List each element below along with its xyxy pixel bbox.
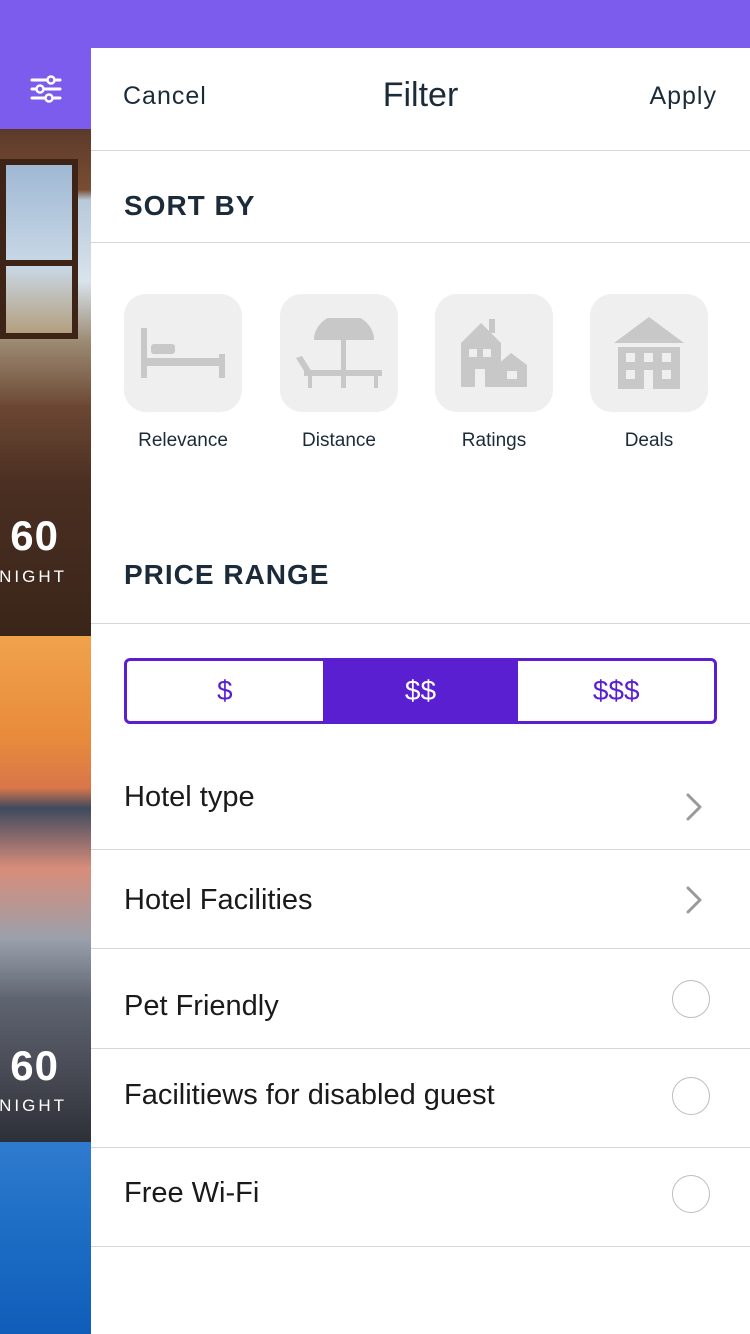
- houses-icon: [461, 319, 527, 387]
- price-range-title: PRICE RANGE: [124, 559, 330, 590]
- sliders-icon: [30, 74, 61, 103]
- background-hotel-list: 60 NIGHT 60 NIGHT: [0, 48, 91, 1334]
- hotel-photo-room[interactable]: 60 NIGHT: [0, 129, 91, 636]
- beach-umbrella-icon: [296, 318, 382, 388]
- sort-option-label: Relevance: [138, 430, 228, 451]
- chevron-right-icon: [686, 793, 702, 821]
- divider: [91, 242, 750, 243]
- apply-button[interactable]: Apply: [649, 82, 717, 111]
- hotel-photo-sea[interactable]: [0, 1142, 91, 1334]
- price-option-3[interactable]: $$$: [518, 661, 714, 721]
- row-hotel-facilities[interactable]: Hotel Facilities: [91, 850, 750, 948]
- chevron-right-icon: [686, 886, 702, 914]
- bed-icon: [141, 328, 225, 378]
- sort-option-label: Distance: [302, 430, 376, 451]
- row-label: Free Wi-Fi: [124, 1177, 260, 1209]
- sort-option-deals[interactable]: Deals: [589, 294, 709, 452]
- hotel-price: 60: [10, 512, 59, 559]
- sort-tile: [590, 294, 708, 412]
- sort-option-label: Ratings: [461, 430, 527, 451]
- price-range-selector: $ $$ $$$: [124, 658, 717, 724]
- sort-option-relevance[interactable]: Relevance: [123, 294, 243, 452]
- top-status-bar: [0, 0, 750, 48]
- row-disabled-guest-facilities[interactable]: Facilitiews for disabled guest: [91, 1049, 750, 1147]
- pet-friendly-radio[interactable]: [672, 980, 710, 1018]
- filter-panel: Cancel Filter Apply SORT BY Relevance Di…: [91, 48, 750, 1334]
- divider: [91, 1246, 750, 1247]
- disabled-guest-radio[interactable]: [672, 1077, 710, 1115]
- row-label: Pet Friendly: [124, 990, 279, 1022]
- hotel-price: 60: [10, 1042, 59, 1089]
- sort-option-distance[interactable]: Distance: [279, 294, 399, 452]
- hotel-photo-beach[interactable]: 60 NIGHT: [0, 636, 91, 1142]
- row-free-wifi[interactable]: Free Wi-Fi: [91, 1148, 750, 1246]
- sort-option-ratings[interactable]: Ratings: [434, 294, 554, 452]
- divider: [91, 623, 750, 624]
- price-option-2[interactable]: $$: [322, 661, 519, 721]
- row-label: Hotel type: [124, 781, 255, 813]
- sort-tile: [435, 294, 553, 412]
- window-graphic: [0, 159, 78, 339]
- sort-option-label: Deals: [624, 430, 674, 451]
- free-wifi-radio[interactable]: [672, 1175, 710, 1213]
- row-label: Hotel Facilities: [124, 884, 313, 916]
- row-hotel-type[interactable]: Hotel type: [91, 748, 750, 850]
- sort-tile: [280, 294, 398, 412]
- hotel-price-unit: NIGHT: [0, 567, 67, 586]
- row-pet-friendly[interactable]: Pet Friendly: [91, 949, 750, 1048]
- filter-header: Cancel Filter Apply: [91, 48, 750, 151]
- sort-tile: [124, 294, 242, 412]
- row-label: Facilitiews for disabled guest: [124, 1079, 495, 1111]
- price-option-1[interactable]: $: [127, 661, 323, 721]
- filter-toggle-button[interactable]: [0, 48, 91, 129]
- building-icon: [614, 317, 684, 389]
- sort-by-title: SORT BY: [124, 190, 256, 221]
- hotel-price-unit: NIGHT: [0, 1096, 67, 1115]
